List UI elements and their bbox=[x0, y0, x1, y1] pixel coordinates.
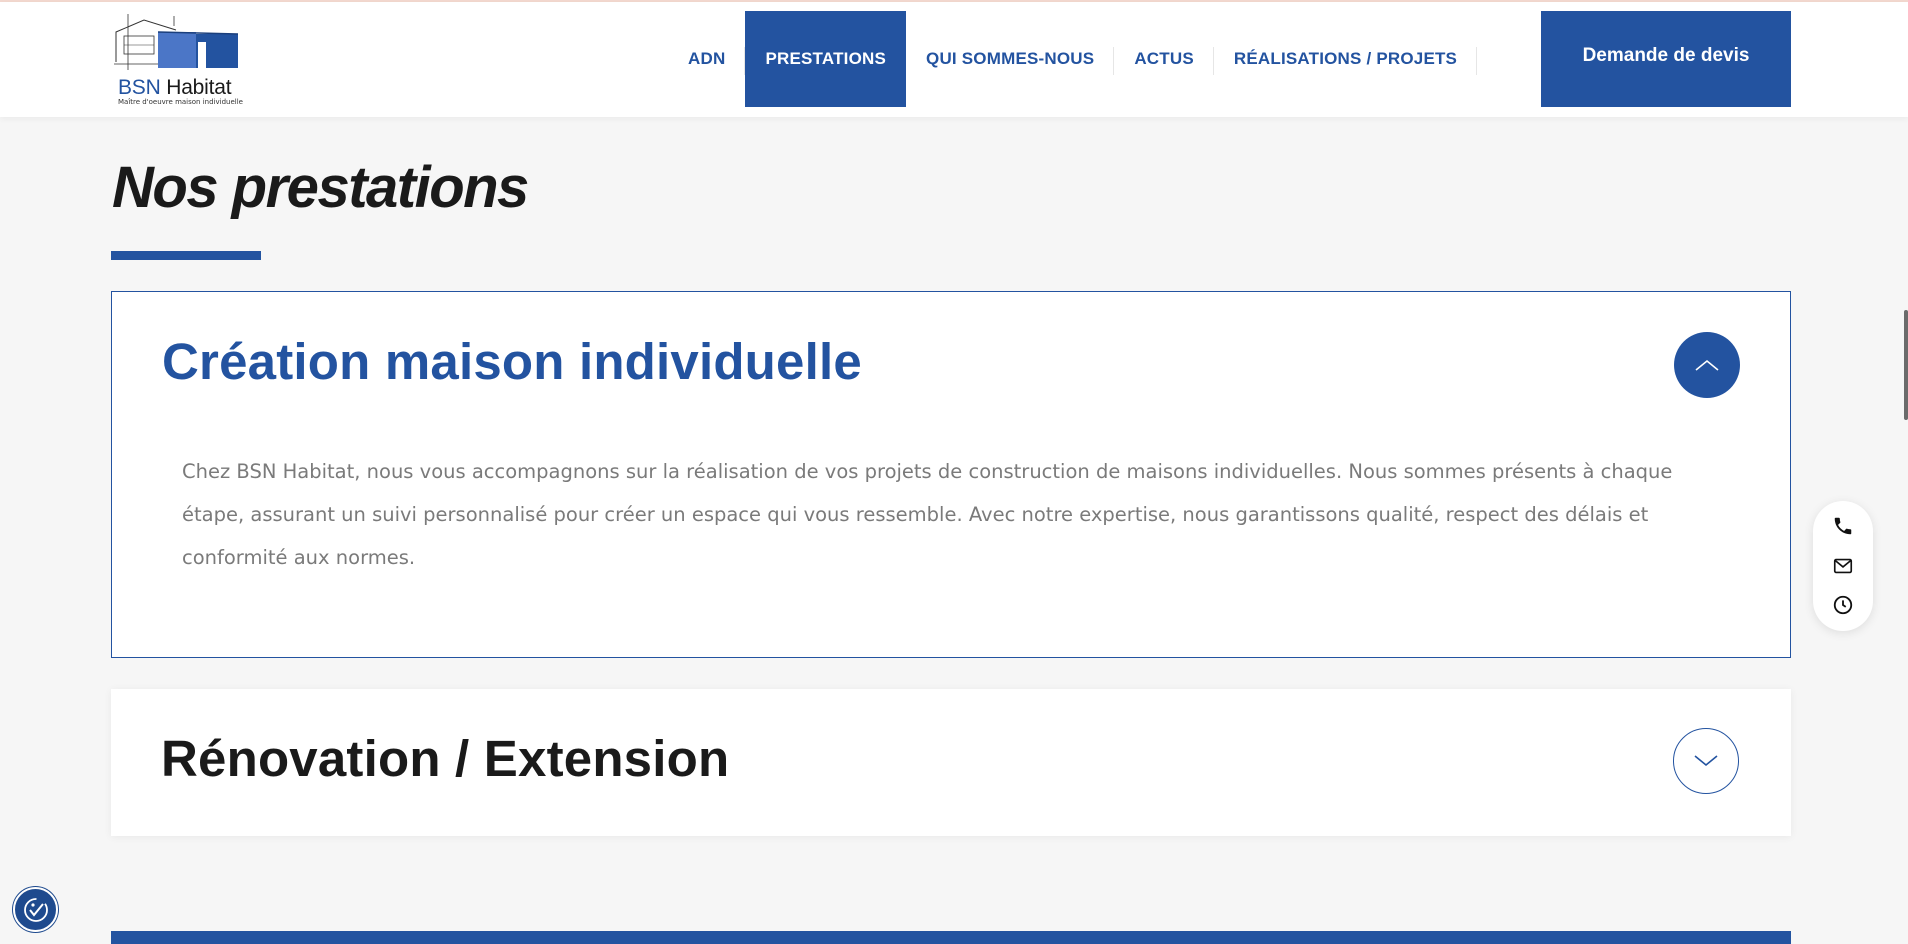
accordion-panel-renovation: Rénovation / Extension bbox=[111, 689, 1791, 836]
contact-widget bbox=[1813, 501, 1873, 631]
accordion-toggle-renovation[interactable] bbox=[1673, 728, 1739, 794]
accordion-title-creation[interactable]: Création maison individuelle bbox=[162, 332, 862, 391]
accordion-title-renovation[interactable]: Rénovation / Extension bbox=[161, 729, 729, 788]
brand-logo[interactable]: BSN Habitat Maître d'oeuvre maison indiv… bbox=[114, 12, 244, 108]
nav-item-qui-sommes-nous[interactable]: QUI SOMMES-NOUS bbox=[906, 11, 1115, 107]
quote-request-button[interactable]: Demande de devis bbox=[1541, 11, 1791, 107]
title-underline bbox=[111, 251, 261, 260]
accordion-toggle-creation[interactable] bbox=[1674, 332, 1740, 398]
phone-icon[interactable] bbox=[1832, 515, 1854, 537]
main-nav: ADN PRESTATIONS QUI SOMMES-NOUS ACTUS RÉ… bbox=[668, 11, 1478, 107]
page-title: Nos prestations bbox=[112, 155, 529, 220]
nav-item-actus[interactable]: ACTUS bbox=[1114, 11, 1214, 107]
brand-name: BSN Habitat bbox=[118, 76, 232, 99]
chevron-up-icon bbox=[1695, 359, 1719, 371]
accessibility-icon bbox=[23, 897, 48, 922]
accessibility-button[interactable] bbox=[13, 887, 58, 932]
nav-item-realisations-projets[interactable]: RÉALISATIONS / PROJETS bbox=[1214, 11, 1478, 107]
brand-tagline: Maître d'oeuvre maison individuelle bbox=[118, 98, 243, 106]
site-header: BSN Habitat Maître d'oeuvre maison indiv… bbox=[0, 2, 1908, 117]
page-scrollbar[interactable] bbox=[1904, 310, 1908, 420]
accordion-panel-creation: Création maison individuelle Chez BSN Ha… bbox=[111, 291, 1791, 658]
mail-icon[interactable] bbox=[1832, 555, 1854, 577]
nav-item-prestations[interactable]: PRESTATIONS bbox=[745, 11, 907, 107]
clock-icon[interactable] bbox=[1832, 594, 1854, 616]
chevron-down-icon bbox=[1694, 755, 1718, 767]
house-logo-icon bbox=[114, 14, 239, 70]
footer-band bbox=[111, 931, 1791, 944]
accordion-body-creation: Chez BSN Habitat, nous vous accompagnons… bbox=[182, 460, 1673, 569]
nav-item-adn[interactable]: ADN bbox=[668, 11, 746, 107]
